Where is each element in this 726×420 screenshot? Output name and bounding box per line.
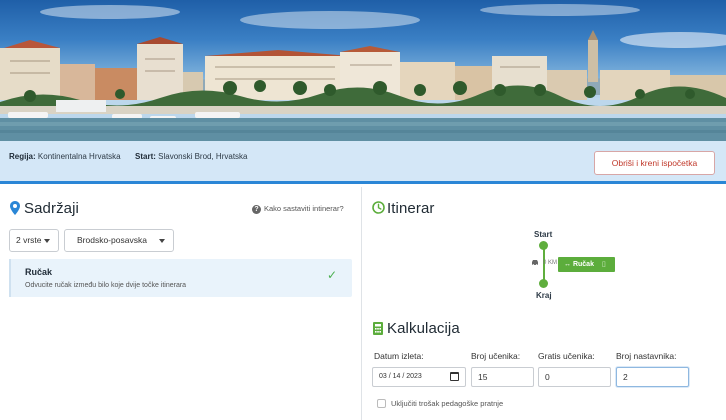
- distance-label: 0 KM: [543, 260, 558, 266]
- trash-icon[interactable]: ▯: [602, 261, 606, 268]
- restart-button[interactable]: Obriši i kreni ispočetka: [594, 151, 715, 175]
- date-label: Datum izleta:: [374, 351, 424, 361]
- calendar-icon[interactable]: [450, 372, 459, 381]
- help-link[interactable]: ? Kako sastaviti intinerar?: [252, 204, 344, 214]
- free-students-value: 0: [545, 372, 550, 382]
- activity-accent-bar: [9, 259, 11, 297]
- itinerary-end-label: Kraj: [536, 291, 552, 300]
- type-count-select[interactable]: 2 vrste: [9, 229, 59, 252]
- itinerary-start-label: Start: [534, 230, 553, 239]
- escort-cost-checkbox[interactable]: [377, 399, 386, 408]
- stop-label: Ručak: [572, 261, 594, 268]
- region-label: Regija:: [9, 152, 36, 161]
- location-pin-icon: [10, 201, 20, 215]
- itinerary-title: Itinerar: [387, 200, 435, 217]
- content-title: Sadržaji: [24, 200, 79, 217]
- escort-cost-label: Uključiti trošak pedagoške pratnje: [391, 399, 504, 408]
- free-students-input[interactable]: 0: [538, 367, 611, 387]
- help-link-label: Kako sastaviti intinerar?: [264, 204, 344, 213]
- students-input[interactable]: 15: [471, 367, 534, 387]
- calculation-title: Kalkulacija: [387, 320, 460, 337]
- itinerary-panel: Itinerar Start 0 KM ↔ Ručak ▯ Kraj Kalku…: [363, 187, 726, 420]
- start-value: Slavonski Brod, Hrvatska: [158, 152, 248, 161]
- start-label: Start:: [135, 152, 156, 161]
- content-panel: Sadržaji ? Kako sastaviti intinerar? 2 vr…: [0, 187, 362, 420]
- activity-item-lunch[interactable]: Ručak Odvucite ručak između bilo koje dv…: [9, 259, 352, 297]
- region-info: Regija: Kontinentalna Hrvatska: [9, 152, 121, 161]
- region-value: Kontinentalna Hrvatska: [37, 152, 121, 161]
- question-circle-icon: ?: [252, 205, 261, 214]
- checkmark-icon: ✓: [327, 268, 338, 282]
- end-node: [539, 279, 548, 288]
- chevron-down-icon: [159, 239, 165, 243]
- teachers-value: 2: [623, 372, 628, 382]
- chevron-down-icon: [44, 239, 50, 243]
- date-input[interactable]: 03 / 14 / 2023: [372, 367, 466, 387]
- activity-title: Ručak: [25, 267, 53, 277]
- escort-cost-option[interactable]: Uključiti trošak pedagoške pratnje: [377, 399, 503, 408]
- county-value: Brodsko-posavska: [77, 235, 147, 245]
- students-value: 15: [478, 372, 488, 382]
- date-value: 03 / 14 / 2023: [379, 373, 422, 380]
- type-count-value: 2 vrste: [16, 235, 42, 245]
- free-students-label: Gratis učenika:: [538, 351, 595, 361]
- teachers-input[interactable]: 2: [616, 367, 689, 387]
- drag-arrows-icon: ↔: [564, 261, 571, 268]
- teachers-label: Broj nastavnika:: [616, 351, 677, 361]
- clock-icon: [372, 201, 385, 214]
- students-label: Broj učenika:: [471, 351, 521, 361]
- start-info: Start: Slavonski Brod, Hrvatska: [135, 152, 248, 161]
- calculator-icon: [373, 322, 383, 335]
- county-select[interactable]: Brodsko-posavska: [64, 229, 174, 252]
- car-icon: [532, 260, 538, 266]
- activity-description: Odvucite ručak između bilo koje dvije to…: [25, 282, 187, 289]
- itinerary-stop-lunch[interactable]: ↔ Ručak ▯: [558, 257, 615, 272]
- hero-banner: [0, 0, 726, 141]
- harbor-panorama-image: [0, 4, 726, 141]
